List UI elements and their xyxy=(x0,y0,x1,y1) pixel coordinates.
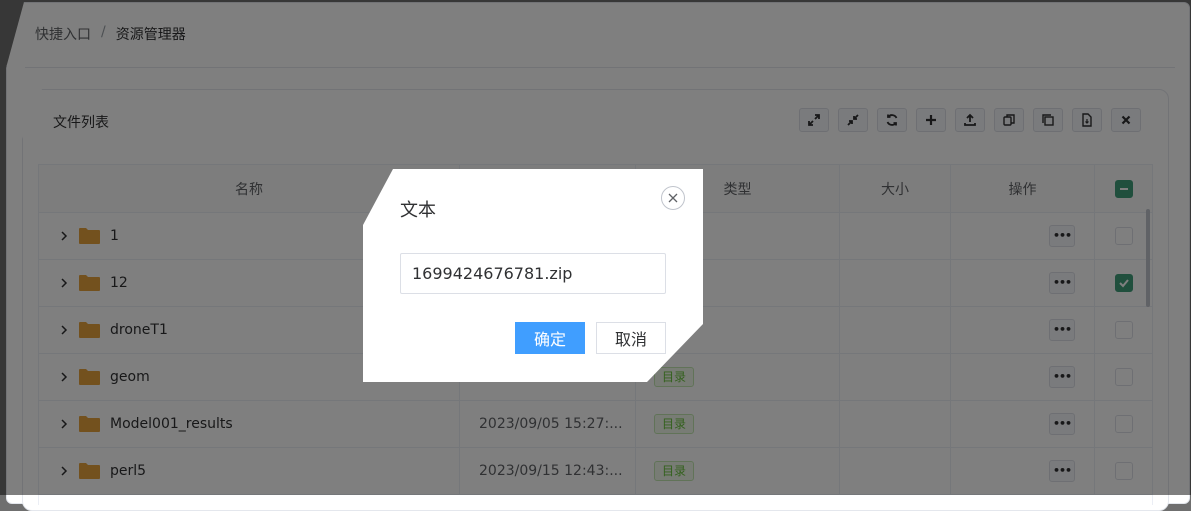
dialog-title: 文本 xyxy=(400,200,436,221)
confirm-button[interactable]: 确定 xyxy=(515,322,585,354)
cancel-button[interactable]: 取消 xyxy=(596,322,666,354)
dialog-close-button[interactable] xyxy=(661,186,685,210)
dialog-text-input[interactable] xyxy=(400,253,666,294)
close-icon xyxy=(668,193,678,203)
text-dialog: 文本 确定 取消 xyxy=(363,169,703,382)
